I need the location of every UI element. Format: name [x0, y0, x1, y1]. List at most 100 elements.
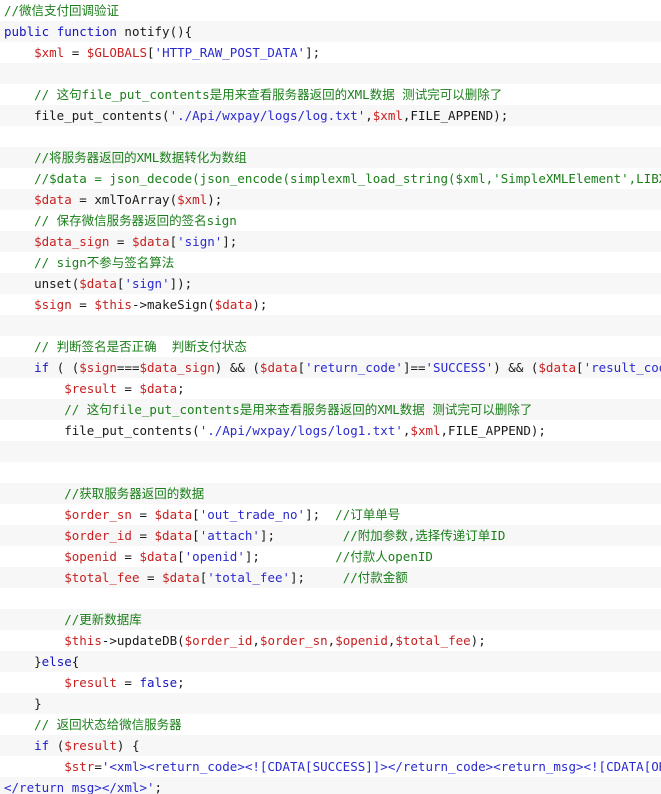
- code-token: $total_fee: [395, 633, 471, 648]
- code-token: =: [109, 234, 132, 249]
- code-token: =: [71, 297, 95, 312]
- code-token: $data: [154, 528, 193, 543]
- code-token: [: [297, 360, 306, 375]
- code-line: $xml = $GLOBALS['HTTP_RAW_POST_DATA'];: [0, 42, 661, 63]
- code-token: //更新数据库: [64, 612, 142, 627]
- code-line: $result = false;: [0, 672, 661, 693]
- code-token: [: [192, 507, 200, 522]
- code-token: ];: [222, 234, 238, 249]
- code-token: ,FILE_APPEND);: [402, 108, 509, 123]
- code-line: [0, 63, 661, 84]
- code-block[interactable]: //微信支付回调验证 public function notify(){ $xml…: [0, 0, 661, 794]
- code-token: $order_sn: [64, 507, 132, 522]
- code-token: unset: [34, 276, 72, 291]
- code-token: $xml: [410, 423, 441, 438]
- code-token: '<xml><return_code><![CDATA[SUCCESS]]></…: [101, 759, 661, 774]
- code-token: $data: [131, 234, 170, 249]
- code-token: ];: [259, 528, 343, 543]
- code-token: =: [116, 675, 140, 690]
- code-line: [0, 315, 661, 336]
- code-token: ;: [177, 381, 185, 396]
- code-token: $data: [538, 360, 577, 375]
- code-token: ) && (: [214, 360, 260, 375]
- code-token: $openid: [335, 633, 388, 648]
- code-token: ,: [365, 108, 373, 123]
- code-token: // 返回状态给微信服务器: [34, 717, 182, 732]
- code-token: [: [576, 360, 584, 375]
- code-token: }: [34, 696, 42, 711]
- code-token: $total_fee: [64, 570, 140, 585]
- code-token: );: [207, 192, 223, 207]
- code-line: [0, 441, 661, 462]
- code-line: //更新数据库: [0, 609, 661, 630]
- code-line: [0, 126, 661, 147]
- code-token: function: [56, 24, 117, 39]
- code-line: file_put_contents('./Api/wxpay/logs/log.…: [0, 105, 661, 126]
- code-token: =: [116, 549, 140, 564]
- code-token: ( (: [49, 360, 80, 375]
- code-token: false: [139, 675, 178, 690]
- code-line: // sign不参与签名算法: [0, 252, 661, 273]
- code-token: ;: [154, 780, 163, 794]
- code-line: $sign = $this->makeSign($data);: [0, 294, 661, 315]
- code-token: [: [192, 528, 200, 543]
- code-line: $total_fee = $data['total_fee']; //付款金额: [0, 567, 661, 588]
- code-token: $xml: [372, 108, 403, 123]
- code-token: ->makeSign(: [131, 297, 215, 312]
- code-token: $data_sign: [34, 234, 110, 249]
- code-token: //附加参数,选择传递订单ID: [342, 528, 506, 543]
- code-line: }else{: [0, 651, 661, 672]
- code-token: [: [177, 549, 185, 564]
- code-line: //将服务器返回的XML数据转化为数组: [0, 147, 661, 168]
- code-token: 'sign': [177, 234, 223, 249]
- code-token: $data_sign: [139, 360, 215, 375]
- code-token: $openid: [64, 549, 117, 564]
- code-token: file_put_contents: [64, 423, 193, 438]
- code-token: './Api/wxpay/logs/log1.txt': [199, 423, 403, 438]
- code-line: $result = $data;: [0, 378, 661, 399]
- code-token: =: [64, 45, 87, 60]
- code-line: $this->updateDB($order_id,$order_sn,$ope…: [0, 630, 661, 651]
- code-token: ,FILE_APPEND);: [440, 423, 546, 438]
- code-token: 'sign': [124, 276, 170, 291]
- code-line: [0, 462, 661, 483]
- code-token: if: [34, 738, 50, 753]
- code-line: $order_id = $data['attach']; //附加参数,选择传递…: [0, 525, 661, 546]
- code-token: // sign不参与签名算法: [34, 255, 175, 270]
- code-token: //订单单号: [335, 507, 401, 522]
- code-token: 'return_code': [305, 360, 403, 375]
- code-line: </return_msg></xml>';: [0, 777, 661, 794]
- code-token: $result: [64, 738, 117, 753]
- code-token: notify(){: [116, 24, 193, 39]
- code-token: [: [147, 45, 155, 60]
- code-line: $openid = $data['openid']; //付款人openID: [0, 546, 661, 567]
- code-token: $data: [162, 570, 200, 585]
- code-token: ];: [305, 45, 321, 60]
- code-token: //微信支付回调验证: [4, 3, 120, 18]
- code-line: [0, 588, 661, 609]
- code-token: //付款金额: [342, 570, 408, 585]
- code-line: $str='<xml><return_code><![CDATA[SUCCESS…: [0, 756, 661, 777]
- code-token: $this: [64, 633, 102, 648]
- code-token: $result: [64, 675, 117, 690]
- code-token: './Api/wxpay/logs/log.txt': [169, 108, 366, 123]
- code-token: =: [131, 528, 155, 543]
- code-token: =: [116, 381, 140, 396]
- code-line: //获取服务器返回的数据: [0, 483, 661, 504]
- code-line: $order_sn = $data['out_trade_no']; //订单单…: [0, 504, 661, 525]
- code-line: // 这句file_put_contents是用来查看服务器返回的XML数据 测…: [0, 84, 661, 105]
- code-line: // 保存微信服务器返回的签名sign: [0, 210, 661, 231]
- code-token: $sign: [79, 360, 117, 375]
- code-token: ]);: [169, 276, 193, 291]
- code-token: =: [94, 759, 102, 774]
- code-token: }: [34, 654, 42, 669]
- code-token: //将服务器返回的XML数据转化为数组: [34, 150, 247, 165]
- code-token: [: [169, 234, 178, 249]
- code-token: $this: [94, 297, 132, 312]
- code-token: </return_msg></xml>': [4, 780, 155, 794]
- code-token: $data: [154, 507, 193, 522]
- code-token: //付款人openID: [335, 549, 433, 564]
- code-line: unset($data['sign']);: [0, 273, 661, 294]
- code-token: // 判断签名是否正确 判断支付状态: [34, 339, 247, 354]
- code-line: // 判断签名是否正确 判断支付状态: [0, 336, 661, 357]
